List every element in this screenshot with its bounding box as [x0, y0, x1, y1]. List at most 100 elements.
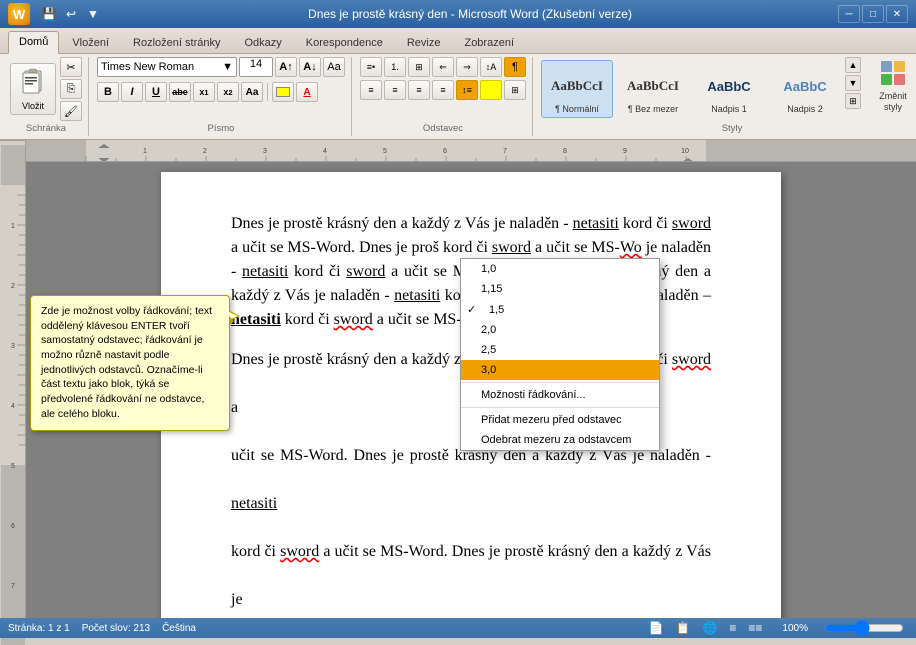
style-no-spacing-label: ¶ Bez mezer [628, 104, 678, 114]
font-color-btn[interactable]: A [296, 82, 318, 102]
bullets-button[interactable]: ≡• [360, 57, 382, 77]
clipboard-group-content: Vložit ✂ ⎘ 🖌 [10, 57, 82, 121]
checkmark-1-5: ✓ [467, 303, 481, 316]
tab-view[interactable]: Zobrazení [453, 32, 525, 53]
svg-text:4: 4 [11, 403, 15, 410]
styles-scroll-down[interactable]: ▼ [845, 75, 861, 91]
spacing-1-5[interactable]: ✓ 1,5 [461, 299, 659, 320]
status-bar: Stránka: 1 z 1 Počet slov: 213 Čeština 📄… [0, 618, 916, 638]
tooltip-box: Zde je možnost volby řádkování; text odd… [30, 295, 230, 431]
sort-button[interactable]: ↕A [480, 57, 502, 77]
save-quick-btn[interactable]: 💾 [40, 5, 58, 23]
tab-insert[interactable]: Vložení [61, 32, 120, 53]
quick-access-dropdown[interactable]: ▼ [84, 5, 102, 23]
italic-button[interactable]: I [121, 82, 143, 102]
spacing-3-0[interactable]: 3,0 [461, 360, 659, 380]
remove-space-after[interactable]: Odebrat mezeru za odstavcem [461, 430, 659, 450]
sword-3: sword [346, 263, 385, 280]
spacing-1-15[interactable]: 1,15 [461, 279, 659, 299]
show-formatting-button[interactable]: ¶ [504, 57, 526, 77]
align-left-button[interactable]: ≡ [360, 80, 382, 100]
styles-group-content: AaBbCcI ¶ Normální AaBbCcI ¶ Bez mezer A… [541, 57, 916, 121]
style-heading1[interactable]: AaBbC Nadpis 1 [693, 60, 765, 118]
view-outline[interactable]: ≡ [729, 621, 736, 635]
style-heading2-preview: AaBbC [773, 68, 837, 104]
align-justify-button[interactable]: ≡ [432, 80, 454, 100]
title-bar: W 💾 ↩ ▼ Dnes je prostě krásný den - Micr… [0, 0, 916, 28]
tab-review[interactable]: Revize [396, 32, 452, 53]
close-button[interactable]: ✕ [886, 5, 908, 23]
clipboard-group: Vložit ✂ ⎘ 🖌 Schránka [6, 57, 89, 136]
paste-button[interactable]: Vložit [10, 63, 56, 115]
tab-references[interactable]: Odkazy [233, 32, 292, 53]
font-family-value: Times New Roman [101, 61, 194, 73]
spacing-1-15-label: 1,15 [481, 283, 502, 295]
shading-button[interactable] [480, 80, 502, 100]
change-styles-button[interactable]: Změnitstyly [863, 57, 916, 115]
spacing-2-0[interactable]: 2,0 [461, 320, 659, 340]
style-normal[interactable]: AaBbCcI ¶ Normální [541, 60, 613, 118]
svg-text:4: 4 [323, 148, 327, 155]
multilevel-list-button[interactable]: ⊞ [408, 57, 430, 77]
decrease-font-btn[interactable]: A↓ [299, 57, 321, 77]
view-print[interactable]: 📄 [649, 621, 664, 635]
zoom-slider[interactable] [824, 622, 904, 634]
subscript-button[interactable]: x1 [193, 82, 215, 102]
font-group: Times New Roman ▼ 14 A↑ A↓ Aa B I U abe … [93, 57, 352, 136]
minimize-button[interactable]: ─ [838, 5, 860, 23]
spacing-2-5-label: 2,5 [481, 344, 496, 356]
cut-button[interactable]: ✂ [60, 57, 82, 77]
underline-button[interactable]: U [145, 82, 167, 102]
highlight-color-btn[interactable] [272, 82, 294, 102]
svg-text:1: 1 [143, 148, 147, 155]
border-button[interactable]: ⊞ [504, 80, 526, 100]
format-row: B I U abe x1 x2 Aa A [97, 82, 318, 102]
styles-scroll-up[interactable]: ▲ [845, 57, 861, 73]
font-dialog-btn[interactable]: Aa [323, 57, 345, 77]
increase-font-btn[interactable]: A↑ [275, 57, 297, 77]
align-center-button[interactable]: ≡ [384, 80, 406, 100]
view-full[interactable]: 📋 [675, 621, 690, 635]
paragraph-label: Odstavec [360, 121, 526, 134]
style-no-spacing[interactable]: AaBbCcI ¶ Bez mezer [617, 60, 689, 118]
wo-word: Wo [620, 239, 642, 256]
page-count: Stránka: 1 z 1 [8, 623, 70, 634]
bold-button[interactable]: B [97, 82, 119, 102]
strikethrough-button[interactable]: abe [169, 82, 191, 102]
tab-layout[interactable]: Rozložení stránky [122, 32, 231, 53]
quick-access: 💾 ↩ ▼ [40, 5, 102, 23]
font-size-selector[interactable]: 14 [239, 57, 273, 77]
spacing-1-5-label: 1,5 [489, 304, 504, 316]
view-web[interactable]: 🌐 [702, 621, 717, 635]
zoom-level: 100% [782, 623, 808, 634]
copy-button[interactable]: ⎘ [60, 79, 82, 99]
restore-button[interactable]: □ [862, 5, 884, 23]
tab-mailings[interactable]: Korespondence [295, 32, 394, 53]
add-space-before[interactable]: Přidat mezeru před odstavec [461, 410, 659, 430]
spacing-3-0-label: 3,0 [481, 364, 496, 376]
line-spacing-button[interactable]: ↕≡ [456, 80, 478, 100]
add-space-before-label: Přidat mezeru před odstavec [481, 414, 622, 426]
align-right-button[interactable]: ≡ [408, 80, 430, 100]
font-family-selector[interactable]: Times New Roman ▼ [97, 57, 237, 77]
decrease-indent-button[interactable]: ⇐ [432, 57, 454, 77]
line-spacing-options[interactable]: Možnosti řádkování... [461, 385, 659, 405]
case-button[interactable]: Aa [241, 82, 263, 102]
svg-text:5: 5 [383, 148, 387, 155]
font-family-arrow: ▼ [222, 61, 233, 73]
tab-home[interactable]: Domů [8, 31, 59, 54]
svg-text:5: 5 [11, 463, 15, 470]
spacing-1-0[interactable]: 1,0 [461, 259, 659, 279]
view-draft[interactable]: ≡≡ [748, 621, 762, 635]
undo-quick-btn[interactable]: ↩ [62, 5, 80, 23]
format-painter-button[interactable]: 🖌 [60, 101, 82, 121]
paste-label: Vložit [22, 101, 44, 111]
increase-indent-button[interactable]: ⇒ [456, 57, 478, 77]
superscript-button[interactable]: x2 [217, 82, 239, 102]
numbering-button[interactable]: 1. [384, 57, 406, 77]
spacing-2-5[interactable]: 2,5 [461, 340, 659, 360]
style-heading2[interactable]: AaBbC Nadpis 2 [769, 60, 841, 118]
svg-text:2: 2 [203, 148, 207, 155]
styles-more[interactable]: ⊞ [845, 93, 861, 109]
ribbon-content: Vložit ✂ ⎘ 🖌 Schránka Times New Roman ▼ [0, 54, 916, 139]
